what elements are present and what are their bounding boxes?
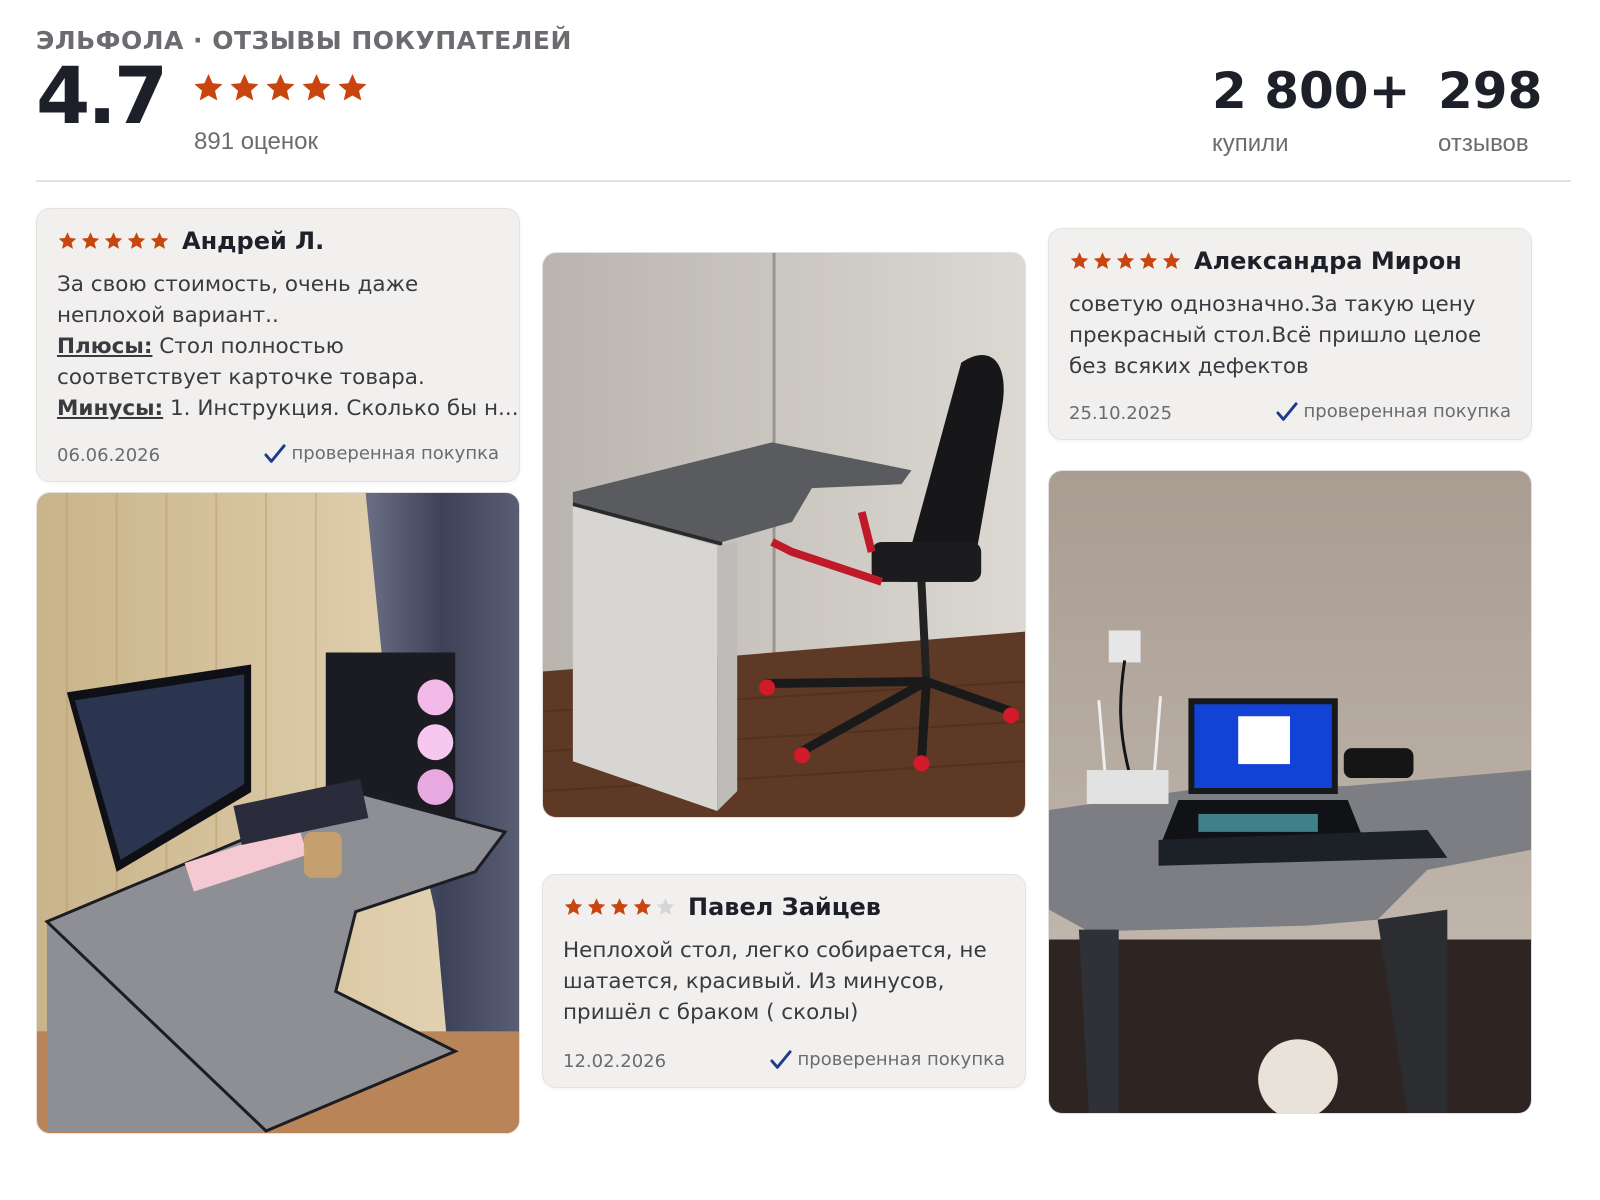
star-icon	[149, 231, 170, 251]
review-author: Павел Зайцев	[688, 893, 881, 921]
review-photo-desk-with-laptop[interactable]	[1048, 470, 1532, 1114]
review-text: За свою стоимость, очень даже неплохой в…	[57, 269, 519, 424]
star-icon	[228, 72, 261, 104]
verified-badge: проверенная покупка	[264, 443, 499, 464]
star-icon	[103, 231, 124, 251]
verified-badge: проверенная покупка	[770, 1049, 1005, 1070]
stat-reviews: 298 отзывов	[1438, 66, 1542, 158]
stat-label: купили	[1212, 130, 1289, 157]
review-text: Неплохой стол, легко собирается, не шата…	[563, 938, 987, 1025]
stat-label: отзывов	[1438, 130, 1529, 157]
review-body: За свою стоимость, очень даже неплохой в…	[57, 272, 419, 328]
verified-badge: проверенная покупка	[1276, 401, 1511, 422]
verified-label: проверенная покупка	[1303, 401, 1511, 422]
review-card[interactable]: Андрей Л. За свою стоимость, очень даже …	[36, 208, 520, 482]
review-photo-gaming-setup[interactable]	[36, 492, 520, 1134]
photo-icon	[37, 493, 519, 1133]
star-icon	[1069, 251, 1090, 271]
pros-label: Плюсы:	[57, 334, 153, 359]
check-icon	[770, 1050, 792, 1070]
star-icon	[1092, 251, 1113, 271]
stat-purchased: 2 800+ купили	[1212, 66, 1410, 158]
star-icon	[586, 897, 607, 917]
star-icon	[264, 72, 297, 104]
review-card[interactable]: Павел Зайцев Неплохой стол, легко собира…	[542, 874, 1026, 1088]
star-icon	[609, 897, 630, 917]
star-icon	[80, 231, 101, 251]
star-icon	[1138, 251, 1159, 271]
cons-text: 1. Инструкция. Сколько бы н...	[169, 396, 519, 421]
star-icon	[632, 897, 653, 917]
review-stars	[57, 231, 170, 251]
review-text: советую однозначно.За такую цену прекрас…	[1069, 292, 1482, 379]
stat-value: 2 800+	[1212, 62, 1411, 120]
star-icon	[192, 72, 225, 104]
review-card[interactable]: Александра Мирон советую однозначно.За т…	[1048, 228, 1532, 440]
review-stars	[1069, 251, 1182, 271]
header-divider	[36, 180, 1571, 182]
star-icon	[336, 72, 369, 104]
photo-icon	[543, 253, 1025, 817]
check-icon	[1276, 402, 1298, 422]
review-date: 25.10.2025	[1069, 403, 1173, 424]
review-photo-desk-with-chair[interactable]	[542, 252, 1026, 818]
star-empty-icon	[655, 897, 676, 917]
photo-icon	[1049, 471, 1531, 1113]
star-icon	[300, 72, 333, 104]
average-rating: 4.7	[36, 52, 168, 142]
check-icon	[264, 444, 286, 464]
cons-label: Минусы:	[57, 396, 164, 421]
review-date: 06.06.2026	[57, 445, 161, 466]
review-date: 12.02.2026	[563, 1051, 667, 1072]
verified-label: проверенная покупка	[797, 1049, 1005, 1070]
review-author: Андрей Л.	[182, 227, 325, 255]
review-stars	[563, 897, 676, 917]
stat-value: 298	[1438, 62, 1543, 120]
star-icon	[563, 897, 584, 917]
star-icon	[126, 231, 147, 251]
review-author: Александра Мирон	[1194, 247, 1462, 275]
rating-stars	[192, 72, 369, 104]
brand-title: ЭЛЬФОЛА · ОТЗЫВЫ ПОКУПАТЕЛЕЙ	[36, 26, 572, 55]
star-icon	[1115, 251, 1136, 271]
ratings-count: 891 оценок	[194, 128, 318, 155]
star-icon	[57, 231, 78, 251]
star-icon	[1161, 251, 1182, 271]
verified-label: проверенная покупка	[291, 443, 499, 464]
